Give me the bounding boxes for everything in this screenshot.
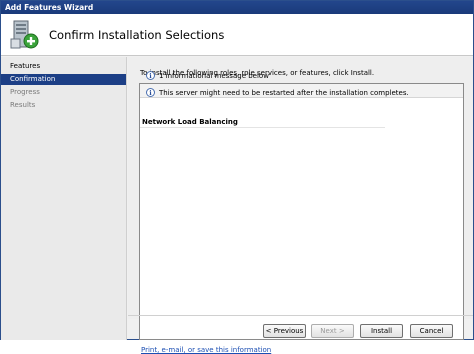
next-button: Next > (311, 324, 354, 338)
feature-name: Network Load Balancing (142, 118, 238, 126)
wizard-sidebar: Features Confirmation Progress Results (1, 57, 127, 340)
message-summary: i 1 informational message below (146, 71, 269, 80)
cancel-button[interactable]: Cancel (410, 324, 453, 338)
info-icon: i (146, 88, 155, 97)
wizard-header: Confirm Installation Selections (1, 14, 473, 56)
sidebar-item-progress: Progress (10, 88, 40, 96)
window-title: Add Features Wizard (1, 1, 473, 14)
wizard-window: Add Features Wizard Confirm Installation… (0, 0, 474, 354)
feature-divider (140, 127, 385, 128)
sidebar-item-confirmation[interactable]: Confirmation (1, 74, 126, 85)
footer-divider (128, 315, 473, 316)
page-title: Confirm Installation Selections (49, 28, 225, 42)
server-add-icon (8, 19, 40, 51)
restart-notice: i This server might need to be restarted… (146, 88, 409, 97)
sidebar-item-results: Results (10, 101, 36, 109)
content-area: To install the following roles, role ser… (128, 57, 473, 354)
print-email-save-link[interactable]: Print, e-mail, or save this information (141, 346, 271, 354)
previous-button[interactable]: < Previous (263, 324, 306, 338)
sidebar-item-features[interactable]: Features (1, 61, 126, 72)
restart-notice-text: This server might need to be restarted a… (159, 88, 409, 97)
message-summary-text: 1 informational message below (159, 71, 269, 80)
info-icon: i (146, 71, 155, 80)
install-button[interactable]: Install (360, 324, 403, 338)
